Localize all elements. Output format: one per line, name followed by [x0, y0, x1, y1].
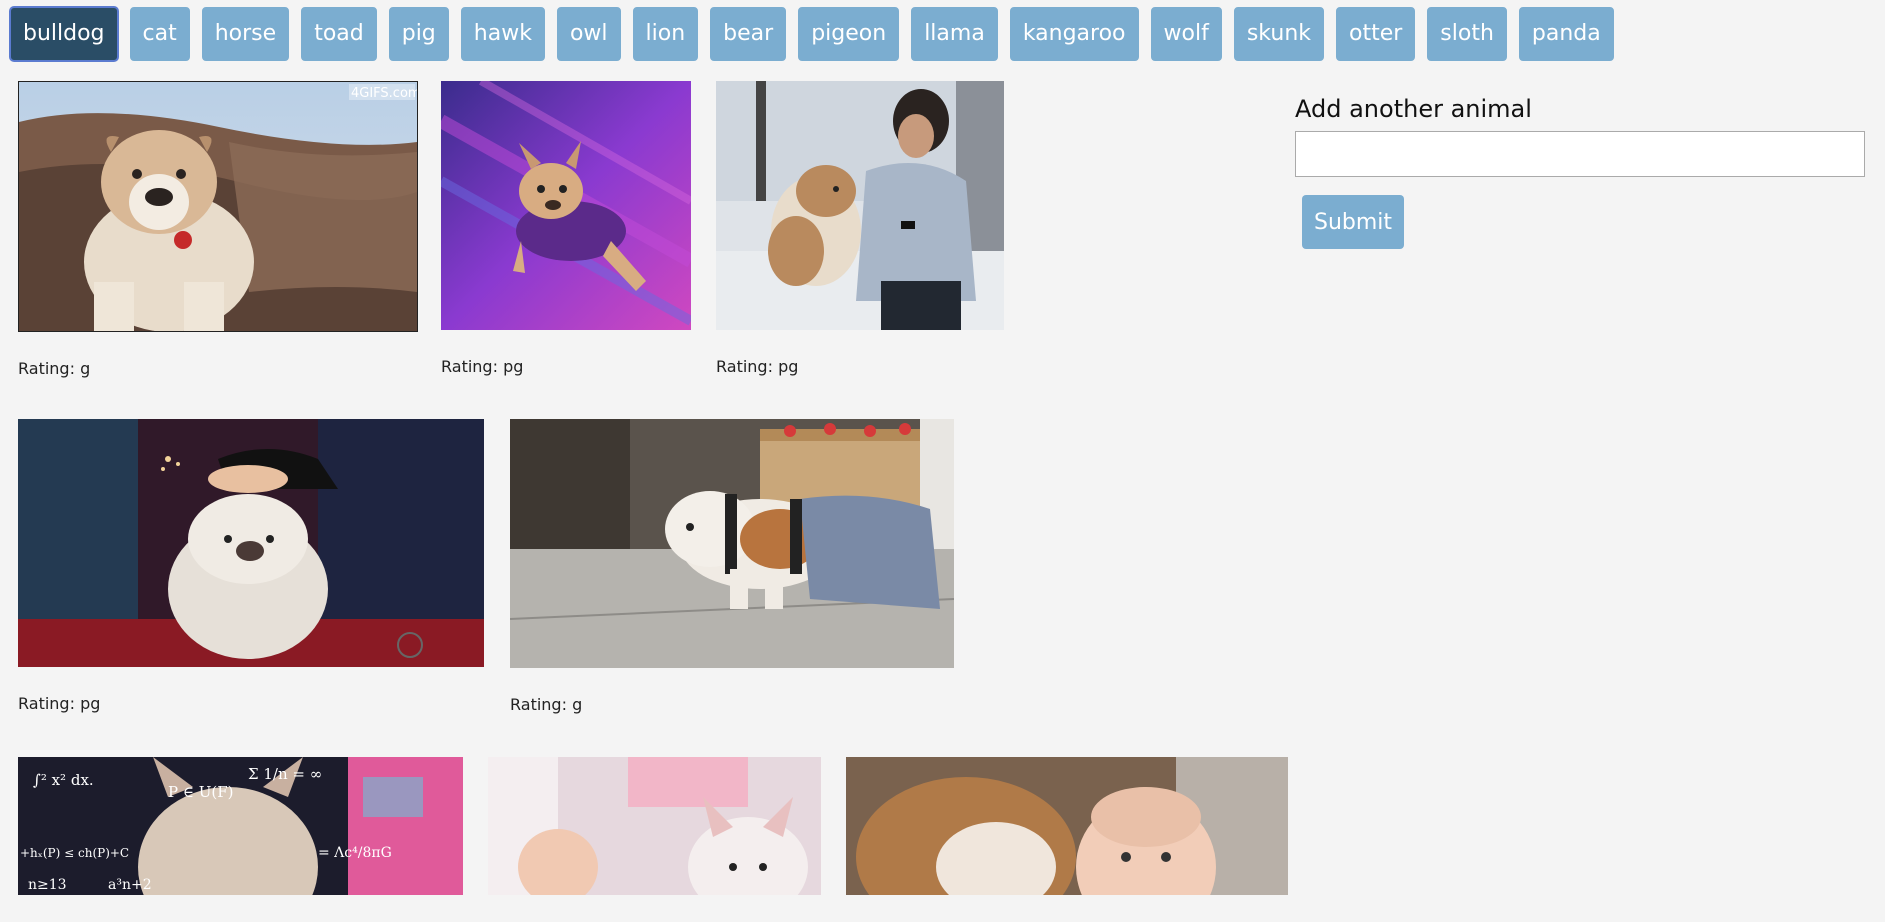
animal-button-llama[interactable]: llama	[911, 7, 998, 61]
svg-text:∫² x² dx.: ∫² x² dx.	[33, 771, 94, 789]
gif-card	[846, 757, 1288, 922]
gif-image: 4GIFS.com	[18, 81, 418, 332]
gif-image	[846, 757, 1288, 895]
animal-button-panda[interactable]: panda	[1518, 7, 1614, 61]
gif-image: ∫² x² dx. P ∈ U(F) Σ 1/n = ∞ +hₓ(P) ≤ ch…	[18, 757, 463, 895]
svg-text:a³n+2: a³n+2	[108, 877, 152, 893]
gif-card: Rating: pg	[441, 81, 691, 376]
animal-button-kangaroo[interactable]: kangaroo	[1009, 7, 1139, 61]
animal-button-otter[interactable]: otter	[1336, 7, 1416, 61]
svg-text:= Λc⁴/8πG: = Λc⁴/8πG	[318, 845, 392, 861]
gif-image	[18, 419, 484, 667]
animal-input[interactable]	[1295, 131, 1865, 177]
svg-text:Σ 1/n = ∞: Σ 1/n = ∞	[248, 765, 322, 783]
animal-button-pigeon[interactable]: pigeon	[798, 7, 900, 61]
svg-text:n≥13: n≥13	[28, 877, 67, 893]
animal-button-skunk[interactable]: skunk	[1233, 7, 1324, 61]
add-animal-form: Add another animal Submit	[1295, 95, 1865, 249]
gif-image	[441, 81, 691, 330]
animal-button-bear[interactable]: bear	[710, 7, 787, 61]
submit-button[interactable]: Submit	[1302, 195, 1405, 249]
gif-card: ∫² x² dx. P ∈ U(F) Σ 1/n = ∞ +hₓ(P) ≤ ch…	[18, 757, 463, 922]
gif-card: Rating: pg	[18, 419, 484, 713]
svg-text:+hₓ(P) ≤ ch(P)+C: +hₓ(P) ≤ ch(P)+C	[20, 846, 129, 860]
gif-rating: Rating: pg	[441, 357, 524, 376]
gif-card	[488, 757, 821, 922]
animal-button-hawk[interactable]: hawk	[460, 7, 545, 61]
animal-button-pig[interactable]: pig	[388, 7, 449, 61]
gif-rating: Rating: g	[510, 695, 583, 714]
animal-button-lion[interactable]: lion	[632, 7, 699, 61]
gif-card: Rating: g	[510, 419, 954, 714]
animal-button-wolf[interactable]: wolf	[1150, 7, 1222, 61]
gif-rating: Rating: pg	[716, 357, 799, 376]
gif-rating: Rating: pg	[18, 694, 101, 713]
animal-button-toad[interactable]: toad	[301, 7, 377, 61]
svg-text:P ∈ U(F): P ∈ U(F)	[168, 783, 234, 801]
animal-button-sloth[interactable]: sloth	[1427, 7, 1507, 61]
gif-watermark: 4GIFS.com	[351, 86, 417, 101]
animal-button-cat[interactable]: cat	[129, 7, 190, 61]
animal-button-bar: bulldog cat horse toad pig hawk owl lion…	[10, 7, 1626, 61]
form-title: Add another animal	[1295, 95, 1532, 123]
gif-image	[488, 757, 821, 895]
gif-card: Rating: pg	[716, 81, 1004, 376]
animal-button-bulldog[interactable]: bulldog	[10, 7, 118, 61]
gif-image	[716, 81, 1004, 330]
gif-card: 4GIFS.com Rating: g	[18, 81, 418, 378]
animal-button-owl[interactable]: owl	[556, 7, 621, 61]
gif-image	[510, 419, 954, 668]
gif-rating: Rating: g	[18, 359, 91, 378]
animal-button-horse[interactable]: horse	[201, 7, 290, 61]
